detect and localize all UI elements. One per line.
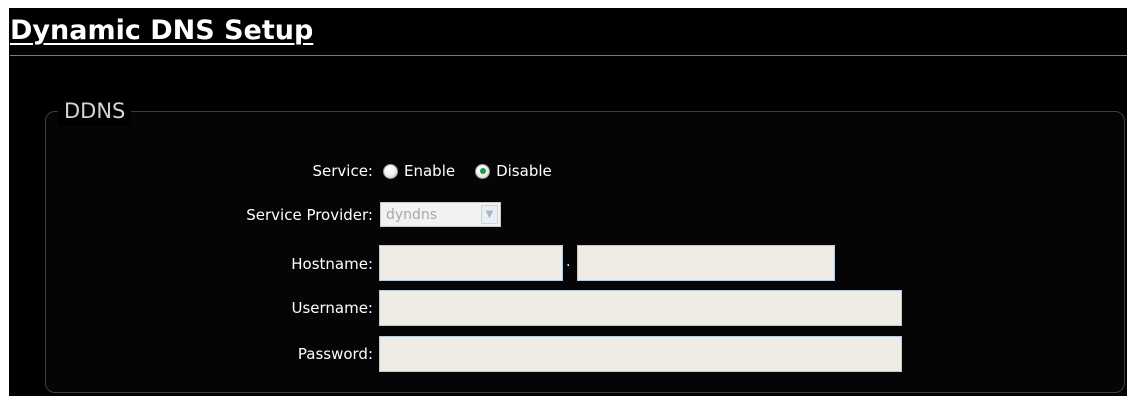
hostname-input-2[interactable]: [577, 245, 835, 281]
page: Dynamic DNS Setup DDNS Service: Enable D…: [0, 0, 1127, 396]
title-divider: [10, 55, 1127, 56]
username-input[interactable]: [379, 290, 902, 326]
service-provider-label: Service Provider:: [246, 206, 373, 224]
chevron-down-icon[interactable]: ▼: [481, 205, 498, 224]
service-enable-label[interactable]: Enable: [404, 161, 455, 181]
hostname-label: Hostname:: [291, 255, 373, 273]
password-input[interactable]: [379, 336, 902, 372]
hostname-separator: .: [566, 254, 571, 270]
hostname-input-1[interactable]: [379, 245, 563, 281]
service-provider-value: dyndns: [386, 206, 438, 223]
page-title: Dynamic DNS Setup: [10, 15, 314, 46]
service-enable-radio[interactable]: [383, 163, 398, 179]
ddns-legend: DDNS: [58, 96, 132, 126]
service-disable-label[interactable]: Disable: [496, 161, 552, 181]
service-provider-select[interactable]: dyndns ▼: [380, 202, 501, 227]
service-label: Service:: [312, 162, 374, 180]
service-disable-radio[interactable]: [475, 163, 491, 179]
radio-dot: [479, 168, 486, 174]
username-label: Username:: [291, 299, 373, 317]
password-label: Password:: [297, 345, 373, 363]
service-radio-group: Enable Disable: [383, 160, 552, 182]
